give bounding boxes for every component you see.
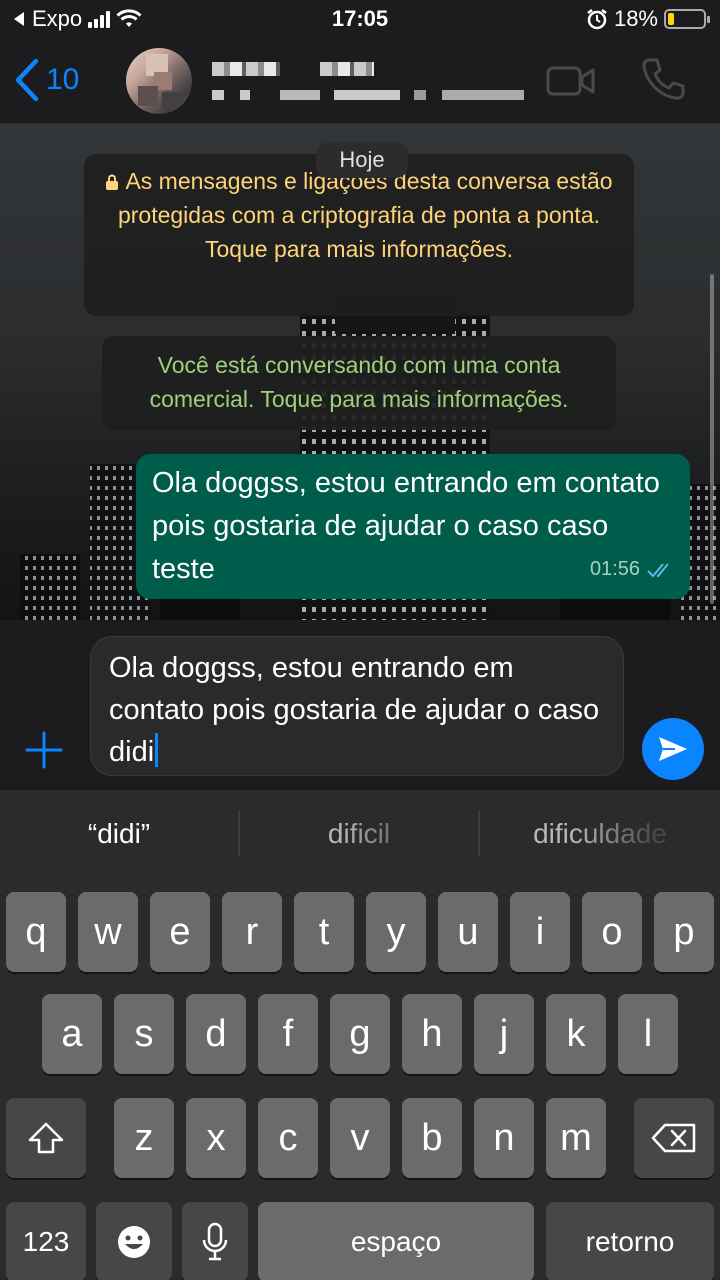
numbers-key[interactable]: 123 — [6, 1202, 86, 1280]
back-button[interactable]: 10 — [14, 58, 79, 102]
suggestion-bar: “didi” dificil dificuldade — [0, 790, 720, 882]
plus-icon[interactable] — [24, 730, 64, 770]
message-time: 01:56 — [589, 558, 640, 580]
date-separator: Hoje — [316, 142, 408, 178]
space-key[interactable]: espaço — [258, 1202, 534, 1280]
key-i[interactable]: i — [510, 892, 570, 972]
suggestion-2[interactable]: dificil — [240, 812, 478, 856]
shift-key[interactable] — [6, 1098, 86, 1178]
avatar[interactable] — [126, 48, 192, 114]
backspace-icon — [651, 1123, 696, 1153]
key-l[interactable]: l — [618, 994, 678, 1074]
message-text: Ola doggss, estou entrando em contato po… — [152, 467, 660, 585]
send-button[interactable] — [642, 718, 704, 780]
shift-icon — [28, 1122, 64, 1154]
key-u[interactable]: u — [438, 892, 498, 972]
video-call-icon[interactable] — [546, 66, 596, 96]
key-v[interactable]: v — [330, 1098, 390, 1178]
key-s[interactable]: s — [114, 994, 174, 1074]
emoji-key[interactable] — [96, 1202, 172, 1280]
encryption-notice[interactable]: As mensagens e ligações desta conversa e… — [84, 154, 634, 316]
key-m[interactable]: m — [546, 1098, 606, 1178]
key-z[interactable]: z — [114, 1098, 174, 1178]
key-c[interactable]: c — [258, 1098, 318, 1178]
microphone-icon — [202, 1222, 228, 1261]
double-check-icon — [647, 562, 669, 577]
return-key[interactable]: retorno — [546, 1202, 714, 1280]
backspace-key[interactable] — [634, 1098, 714, 1178]
message-meta: 01:56 — [590, 548, 676, 591]
key-b[interactable]: b — [402, 1098, 462, 1178]
scroll-indicator[interactable] — [710, 274, 714, 604]
battery-percent: 18% — [613, 6, 658, 31]
key-d[interactable]: d — [186, 994, 246, 1074]
keyboard: “didi” dificil dificuldade qwertyuiop as… — [0, 790, 720, 1280]
key-g[interactable]: g — [330, 994, 390, 1074]
status-right: 18% — [586, 6, 710, 32]
chat-header: 10 — [0, 40, 720, 124]
key-x[interactable]: x — [186, 1098, 246, 1178]
emoji-icon — [118, 1226, 150, 1258]
phone-icon[interactable] — [640, 56, 686, 102]
alarm-icon — [587, 9, 607, 30]
key-r[interactable]: r — [222, 892, 282, 972]
lock-icon — [106, 174, 119, 190]
key-o[interactable]: o — [582, 892, 642, 972]
chat-area[interactable]: As mensagens e ligações desta conversa e… — [0, 124, 720, 620]
message-input-text: Ola doggss, estou entrando em contato po… — [109, 652, 600, 768]
key-h[interactable]: h — [402, 994, 462, 1074]
microphone-key[interactable] — [182, 1202, 248, 1280]
key-n[interactable]: n — [474, 1098, 534, 1178]
suggestion-3[interactable]: dificuldade — [480, 812, 720, 856]
battery-icon — [664, 9, 710, 29]
suggestion-1[interactable]: “didi” — [0, 812, 238, 856]
key-t[interactable]: t — [294, 892, 354, 972]
key-j[interactable]: j — [474, 994, 534, 1074]
key-y[interactable]: y — [366, 892, 426, 972]
business-notice[interactable]: Você está conversando com uma conta come… — [102, 336, 616, 430]
key-e[interactable]: e — [150, 892, 210, 972]
unread-count: 10 — [46, 63, 80, 96]
message-input[interactable]: Ola doggss, estou entrando em contato po… — [90, 636, 624, 776]
outgoing-message[interactable]: Ola doggss, estou entrando em contato po… — [136, 454, 690, 599]
key-w[interactable]: w — [78, 892, 138, 972]
key-k[interactable]: k — [546, 994, 606, 1074]
key-f[interactable]: f — [258, 994, 318, 1074]
encryption-notice-text: As mensagens e ligações desta conversa e… — [117, 168, 613, 262]
composer: Ola doggss, estou entrando em contato po… — [0, 620, 720, 790]
status-bar: Expo 17:05 18% — [0, 0, 720, 40]
chevron-left-icon — [15, 58, 39, 102]
text-caret — [155, 733, 159, 767]
key-p[interactable]: p — [654, 892, 714, 972]
send-icon — [659, 737, 687, 761]
key-q[interactable]: q — [6, 892, 66, 972]
key-a[interactable]: a — [42, 994, 102, 1074]
